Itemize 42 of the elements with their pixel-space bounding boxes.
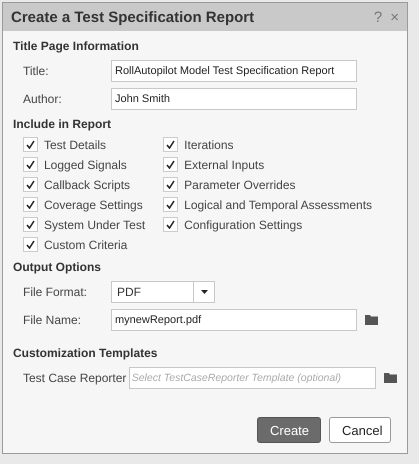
folder-icon[interactable] bbox=[365, 315, 378, 325]
checkbox-label: Logged Signals bbox=[44, 158, 127, 172]
format-dropdown[interactable]: PDF bbox=[111, 281, 215, 303]
section-heading: Title Page Information bbox=[13, 39, 139, 53]
checkbox[interactable] bbox=[23, 217, 38, 232]
section-heading: Include in Report bbox=[13, 117, 112, 131]
checkbox-label: Parameter Overrides bbox=[184, 178, 296, 192]
create-button[interactable]: Create bbox=[257, 417, 321, 443]
checkbox[interactable] bbox=[23, 157, 38, 172]
checkbox[interactable] bbox=[23, 197, 38, 212]
cancel-button[interactable]: Cancel bbox=[329, 417, 391, 443]
checkbox-label: System Under Test bbox=[44, 218, 146, 232]
checkbox-label: Coverage Settings bbox=[44, 198, 143, 212]
checkbox-label: Configuration Settings bbox=[184, 218, 302, 232]
checkbox[interactable] bbox=[23, 177, 38, 192]
window-title: Create a Test Specification Report bbox=[11, 8, 256, 26]
checkbox[interactable] bbox=[163, 137, 178, 152]
folder-icon[interactable] bbox=[384, 373, 397, 383]
checkbox-label: Custom Criteria bbox=[44, 238, 128, 252]
field-label: Test Case Reporter bbox=[23, 371, 128, 385]
text-field[interactable]: mynewReport.pdf bbox=[111, 309, 357, 331]
checkbox-label: Iterations bbox=[184, 138, 234, 152]
field-label: Author: bbox=[23, 92, 63, 106]
checkbox[interactable] bbox=[23, 137, 38, 152]
field-label: Title: bbox=[23, 64, 50, 78]
checkbox-label: Logical and Temporal Assessments bbox=[184, 198, 372, 212]
field-label: File Name: bbox=[23, 313, 82, 327]
text-field[interactable]: John Smith bbox=[111, 88, 357, 110]
checkbox-label: External Inputs bbox=[184, 158, 264, 172]
section-heading: Customization Templates bbox=[13, 346, 158, 360]
checkbox-label: Test Details bbox=[44, 138, 106, 152]
checkbox[interactable] bbox=[163, 177, 178, 192]
checkbox[interactable] bbox=[163, 217, 178, 232]
checkbox[interactable] bbox=[163, 157, 178, 172]
checkbox[interactable] bbox=[163, 197, 178, 212]
text-field[interactable]: RollAutopilot Model Test Specification Report bbox=[111, 60, 357, 82]
section-heading: Output Options bbox=[13, 260, 101, 274]
field-label: File Format: bbox=[23, 285, 88, 299]
checkbox-label: Callback Scripts bbox=[44, 178, 130, 192]
template-field[interactable]: Select TestCaseReporter Template (optional) bbox=[128, 367, 376, 389]
caret-icon bbox=[200, 290, 208, 294]
checkbox[interactable] bbox=[23, 237, 38, 252]
